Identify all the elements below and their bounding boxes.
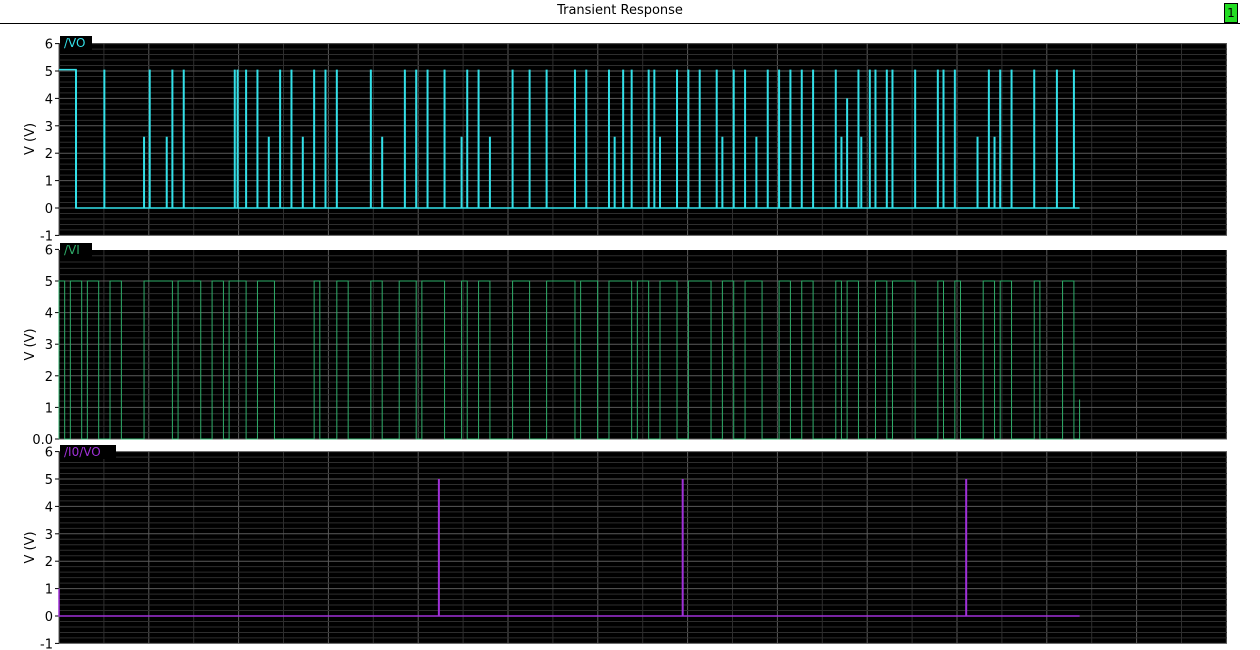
y-tick-label: 0 xyxy=(45,202,53,217)
y-tick-label: 3 xyxy=(45,120,53,135)
y-tick-label: 6 xyxy=(45,243,53,258)
y-tick-label: -1 xyxy=(40,229,53,244)
y-tick-label: 2 xyxy=(45,370,53,385)
y-axis-label-i0-vo: V (V) xyxy=(23,531,38,563)
y-tick-label: 2 xyxy=(45,147,53,162)
y-tick-label: 0 xyxy=(45,610,53,625)
y-tick-label: 3 xyxy=(45,528,53,543)
y-tick-label: 6 xyxy=(45,446,53,461)
y-tick-label: 3 xyxy=(45,338,53,353)
waveform-plots[interactable]: -10123456V (V)/VO0.0123456V (V)/VI-10123… xyxy=(0,0,1260,650)
signal-name-i0-vo[interactable]: /I0/VO xyxy=(64,445,101,459)
y-axis-label-vi: V (V) xyxy=(23,328,38,360)
y-tick-label: 6 xyxy=(45,38,53,53)
y-tick-label: 5 xyxy=(45,65,53,80)
signal-name-vi[interactable]: /VI xyxy=(64,243,80,257)
y-tick-label: 4 xyxy=(45,92,53,107)
signal-name-vo[interactable]: /VO xyxy=(64,36,86,50)
y-axis-label-vo: V (V) xyxy=(23,123,38,155)
y-tick-label: 4 xyxy=(45,500,53,515)
y-tick-label: 5 xyxy=(45,275,53,290)
y-tick-label: 4 xyxy=(45,307,53,322)
y-tick-label: 2 xyxy=(45,555,53,570)
y-tick-label: 1 xyxy=(45,401,53,416)
y-tick-label: 1 xyxy=(45,583,53,598)
y-tick-label: 5 xyxy=(45,473,53,488)
y-tick-label: -1 xyxy=(40,637,53,650)
y-tick-label: 1 xyxy=(45,175,53,190)
